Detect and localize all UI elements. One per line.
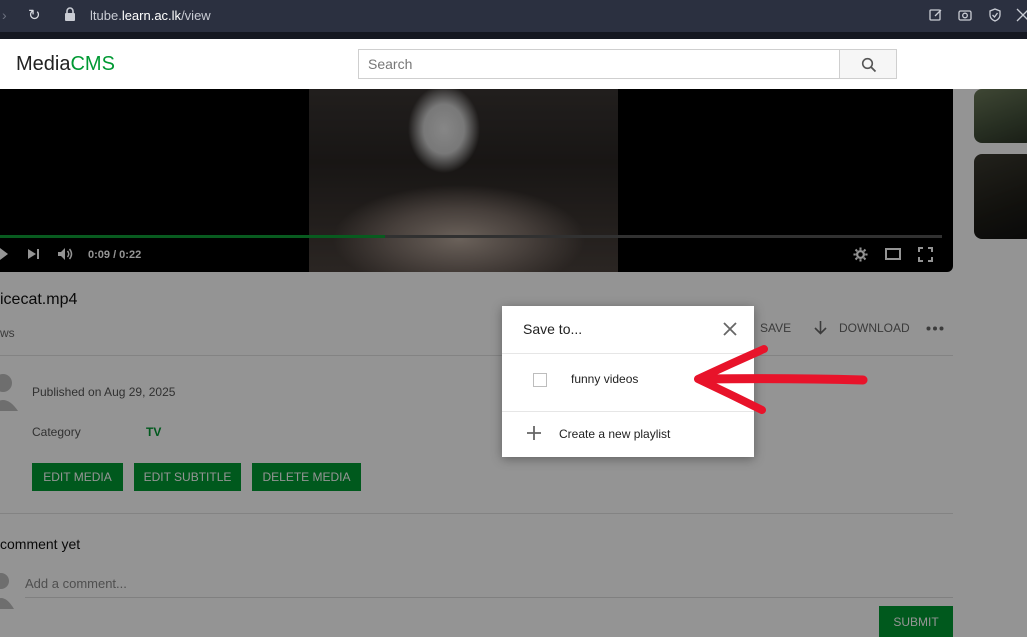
- camera-icon[interactable]: [958, 8, 972, 22]
- create-playlist-label: Create a new playlist: [559, 427, 671, 441]
- plus-icon: [527, 426, 541, 440]
- address-bar[interactable]: ltube.learn.ac.lk/view: [90, 8, 211, 23]
- search-icon: [861, 57, 877, 73]
- logo-accent: CMS: [70, 53, 115, 75]
- playlist-name[interactable]: funny videos: [571, 372, 638, 386]
- logo-main: Media: [16, 53, 71, 75]
- dialog-title: Save to...: [523, 321, 583, 337]
- browser-toolbar: › ↻ ltube.learn.ac.lk/view: [0, 0, 1027, 32]
- shield-icon[interactable]: [988, 8, 1002, 22]
- close-icon[interactable]: [721, 320, 739, 338]
- url-path: /view: [181, 8, 211, 23]
- url-prefix: ltube.: [90, 8, 122, 23]
- extension-icon[interactable]: [1016, 8, 1027, 22]
- annotation-arrow: [694, 345, 868, 414]
- lock-icon: [65, 7, 75, 21]
- forward-icon[interactable]: ›: [2, 7, 7, 23]
- search-button[interactable]: [839, 49, 897, 79]
- edit-page-icon[interactable]: [929, 8, 943, 22]
- search-input[interactable]: [359, 50, 840, 78]
- browser-strip: [0, 32, 1027, 39]
- playlist-checkbox[interactable]: [533, 373, 547, 387]
- reload-icon[interactable]: ↻: [28, 6, 41, 24]
- logo[interactable]: MediaCMS: [16, 53, 115, 76]
- search-field[interactable]: [358, 49, 840, 79]
- create-playlist-button[interactable]: Create a new playlist: [502, 412, 754, 457]
- url-domain: learn.ac.lk: [121, 8, 182, 23]
- app-header: MediaCMS: [0, 39, 1027, 89]
